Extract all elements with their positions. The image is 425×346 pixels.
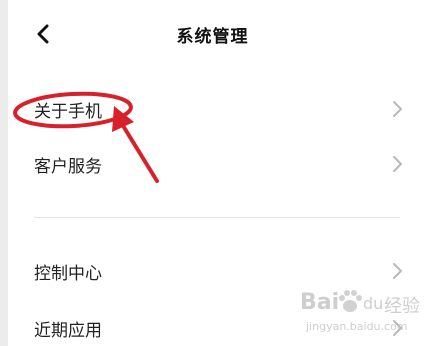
- system-management-screen: 系统管理 关于手机 客户服务 控制中心 近期应用 Bai du 经验 jingy…: [0, 0, 425, 346]
- menu-item-recent-apps[interactable]: 近期应用: [8, 303, 425, 346]
- menu-item-label: 关于手机: [34, 102, 102, 122]
- chevron-right-icon: [393, 101, 402, 117]
- menu-item-customer-service[interactable]: 客户服务: [8, 139, 425, 189]
- menu-item-about-phone[interactable]: 关于手机: [8, 84, 425, 134]
- menu-item-label: 控制中心: [34, 264, 102, 284]
- header-bar: 系统管理: [0, 0, 425, 70]
- section-divider: [34, 217, 400, 218]
- chevron-right-icon: [393, 263, 402, 279]
- menu-item-label: 客户服务: [34, 157, 102, 177]
- chevron-right-icon: [393, 320, 402, 336]
- menu-item-label: 近期应用: [34, 321, 102, 341]
- menu-item-control-center[interactable]: 控制中心: [8, 246, 425, 296]
- chevron-right-icon: [393, 156, 402, 172]
- page-title: 系统管理: [176, 27, 249, 47]
